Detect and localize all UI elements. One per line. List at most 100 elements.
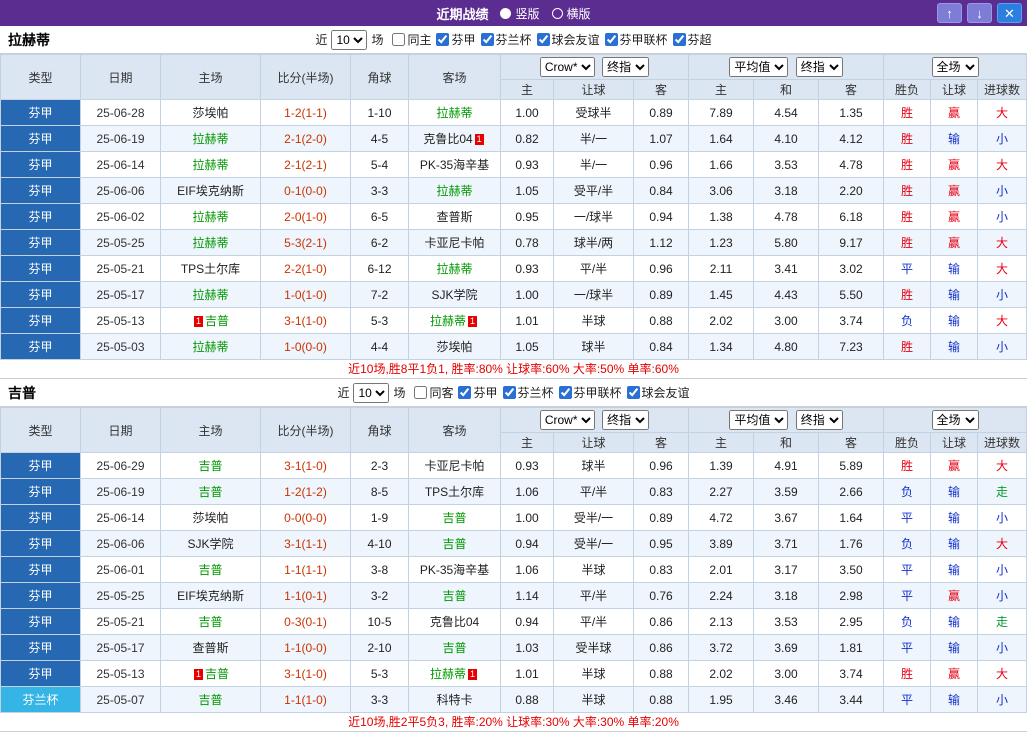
away-odds-cell: 0.83 — [632, 556, 690, 583]
league-filter-checkbox[interactable] — [436, 32, 450, 46]
odds-stage-select[interactable]: 终指 — [602, 57, 650, 77]
away-team-cell: 卡亚尼卡帕 — [408, 452, 501, 479]
avg-away-odds-cell: 2.66 — [818, 478, 885, 505]
bookmaker-select[interactable]: Crow* — [539, 57, 595, 77]
avg-stage-select[interactable]: 终指 — [795, 57, 843, 77]
league-filter-checkbox[interactable] — [458, 385, 472, 399]
avg-draw-odds-cell: 3.59 — [753, 478, 820, 505]
away-team-cell: 拉赫蒂 1 — [408, 307, 501, 334]
league-filter[interactable]: 球会友谊 — [626, 384, 690, 401]
handicap-result-cell: 输 — [930, 530, 979, 557]
league-filter-checkbox[interactable] — [558, 385, 572, 399]
corner-cell: 3-8 — [350, 556, 409, 583]
league-filter[interactable]: 芬兰杯 — [480, 31, 532, 48]
arrow-down-icon: ↓ — [976, 5, 983, 21]
scope-select[interactable]: 全场 — [931, 410, 979, 430]
league-filter[interactable]: 同客 — [414, 384, 453, 401]
league-filter[interactable]: 芬超 — [672, 31, 712, 48]
home-odds-cell: 0.93 — [500, 151, 554, 178]
close-button[interactable]: ✕ — [997, 3, 1022, 23]
away-team-cell: 吉普 — [408, 530, 501, 557]
handicap-cell: 球半/两 — [553, 229, 634, 256]
result-cell: 负 — [883, 608, 932, 635]
layout-radio-vertical[interactable]: 竖版 — [500, 5, 540, 22]
team-name-text: EIF埃克纳斯 — [177, 589, 244, 603]
league-filter[interactable]: 芬甲联杯 — [604, 31, 668, 48]
league-filter-checkbox[interactable] — [536, 32, 550, 46]
handicap-cell: 半球 — [553, 660, 634, 687]
away-odds-cell: 0.76 — [632, 582, 690, 609]
result-cell: 胜 — [883, 203, 932, 230]
goals-result-cell: 小 — [977, 333, 1027, 360]
league-cell: 芬兰杯 — [0, 686, 81, 713]
team-name-text: 吉普 — [205, 667, 230, 681]
scope-select[interactable]: 全场 — [931, 57, 979, 77]
league-filter[interactable]: 芬甲 — [436, 31, 476, 48]
league-filter-checkbox[interactable] — [414, 385, 428, 399]
goals-result-cell: 小 — [977, 281, 1027, 308]
league-filter[interactable]: 球会友谊 — [536, 31, 600, 48]
handicap-cell: 球半 — [553, 333, 634, 360]
home-odds-cell: 1.05 — [500, 177, 554, 204]
sub-header-handicap-result: 让球 — [930, 79, 979, 100]
home-team-cell: EIF埃克纳斯 — [160, 177, 261, 204]
league-filter-checkbox[interactable] — [604, 32, 618, 46]
away-team-cell: 吉普 — [408, 504, 501, 531]
league-filter-checkbox[interactable] — [480, 32, 494, 46]
layout-radio-horizontal[interactable]: 横版 — [551, 5, 591, 22]
handicap-cell: 一/球半 — [553, 281, 634, 308]
home-team-cell: TPS土尔库 — [160, 255, 261, 282]
team-name-text: 拉赫蒂 — [192, 132, 229, 146]
date-cell: 25-05-25 — [80, 582, 161, 609]
away-team-cell: 吉普 — [408, 634, 501, 661]
league-filter[interactable]: 芬甲 — [458, 384, 498, 401]
red-card-badge: 1 — [468, 316, 478, 327]
home-odds-cell: 1.06 — [500, 478, 554, 505]
league-filter-checkbox[interactable] — [392, 32, 406, 46]
rounds-select[interactable]: 10 — [353, 382, 390, 403]
away-team-cell: 拉赫蒂 1 — [408, 660, 501, 687]
league-filter-checkbox[interactable] — [672, 32, 686, 46]
odds-stage-select[interactable]: 终指 — [602, 410, 650, 430]
average-select[interactable]: 平均值 — [729, 410, 789, 430]
date-cell: 25-06-06 — [80, 177, 161, 204]
move-up-button[interactable]: ↑ — [937, 3, 962, 23]
handicap-cell: 受平/半 — [553, 177, 634, 204]
league-filter[interactable]: 同主 — [392, 31, 431, 48]
away-team-cell: 卡亚尼卡帕 — [408, 229, 501, 256]
avg-home-odds-cell: 2.24 — [688, 582, 755, 609]
score-cell: 3-1(1-1) — [260, 530, 351, 557]
avg-stage-select[interactable]: 终指 — [795, 410, 843, 430]
handicap-result-cell: 赢 — [930, 99, 979, 126]
corner-cell: 3-3 — [350, 177, 409, 204]
bookmaker-odds-group: Crow* 终指 — [499, 54, 690, 80]
goals-result-cell: 大 — [977, 530, 1027, 557]
away-odds-cell: 0.84 — [632, 333, 690, 360]
date-cell: 25-06-19 — [80, 478, 161, 505]
away-odds-cell: 0.83 — [632, 478, 690, 505]
move-down-button[interactable]: ↓ — [967, 3, 992, 23]
league-filter-label: 球会友谊 — [551, 32, 600, 47]
avg-home-odds-cell: 2.01 — [688, 556, 755, 583]
league-filter[interactable]: 芬兰杯 — [502, 384, 554, 401]
result-cell: 负 — [883, 530, 932, 557]
league-filter-checkbox[interactable] — [626, 385, 640, 399]
date-cell: 25-06-02 — [80, 203, 161, 230]
goals-result-cell: 小 — [977, 203, 1027, 230]
avg-away-odds-cell: 2.20 — [818, 177, 885, 204]
average-select[interactable]: 平均值 — [729, 57, 789, 77]
rounds-select[interactable]: 10 — [331, 29, 368, 50]
league-filter[interactable]: 芬甲联杯 — [558, 384, 622, 401]
sub-header-away-odds: 客 — [632, 79, 690, 100]
league-filter-checkbox[interactable] — [502, 385, 516, 399]
date-cell: 25-06-14 — [80, 151, 161, 178]
match-row: 芬甲 25-05-17 拉赫蒂 1-0(1-0) 7-2 SJK学院 1.00 一/球半 0.8… — [0, 281, 1027, 308]
team-name-text: 科特卡 — [436, 693, 473, 707]
avg-home-odds-cell: 2.02 — [688, 660, 755, 687]
bookmaker-select[interactable]: Crow* — [539, 410, 595, 430]
recent-results-panel: 近期战绩 竖版 横版 ↑ ↓ ✕ 拉赫蒂 近 10 场 同主 芬甲 芬兰杯 球会友谊芬… — [0, 0, 1027, 732]
sub-header-home-odds: 主 — [500, 432, 554, 453]
section-header: 吉普 近 10 场 同客 芬甲 芬兰杯 芬甲联杯 球会友谊 — [0, 379, 1027, 407]
avg-away-odds-cell: 1.76 — [818, 530, 885, 557]
league-cell: 芬甲 — [0, 333, 81, 360]
